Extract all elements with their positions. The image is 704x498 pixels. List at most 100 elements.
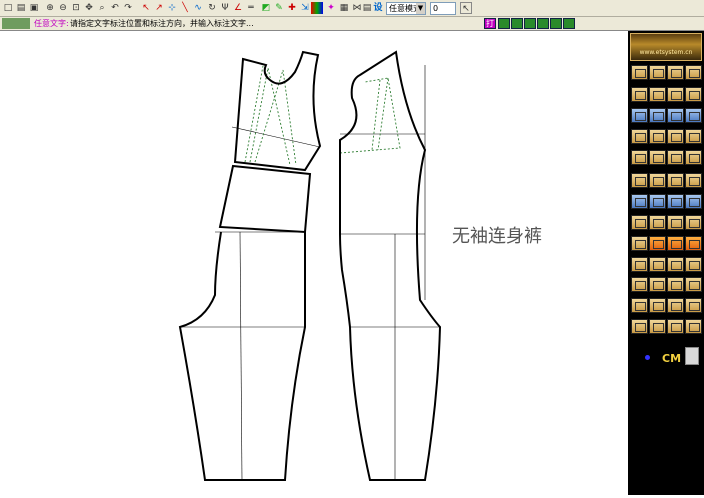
tool-button-icon[interactable] [649, 298, 666, 313]
tool-button-icon[interactable] [649, 277, 666, 292]
tool-button-icon[interactable] [631, 319, 648, 334]
angle-icon[interactable]: ∠ [232, 2, 244, 14]
layer-5-icon[interactable] [550, 18, 562, 29]
tool-button-icon[interactable] [631, 87, 648, 102]
tool-button-icon[interactable] [685, 215, 702, 230]
mode-select[interactable]: 任意模式 ▼ [386, 2, 426, 15]
tool-button-icon[interactable] [667, 65, 684, 80]
tool-button-icon[interactable] [649, 150, 666, 165]
calculator-icon[interactable] [685, 347, 699, 365]
tool-button-icon[interactable] [631, 277, 648, 292]
tool-button-icon[interactable] [667, 257, 684, 272]
chevron-down-icon[interactable]: ▼ [416, 3, 425, 14]
open-file-icon[interactable]: ▤ [15, 2, 27, 14]
tool-button-icon[interactable] [685, 108, 702, 123]
tool-glyph-icon [635, 261, 646, 270]
tool-button-icon[interactable] [685, 319, 702, 334]
tool-button-icon[interactable] [649, 129, 666, 144]
tool-button-icon[interactable] [631, 215, 648, 230]
tool-button-icon[interactable] [685, 87, 702, 102]
ruler-icon[interactable]: ◩ [260, 2, 272, 14]
tool-button-icon[interactable] [667, 150, 684, 165]
settings-icon[interactable]: 设 [372, 2, 384, 14]
tool-button-icon[interactable] [631, 108, 648, 123]
zoom-window-icon[interactable]: ⌕ [96, 2, 108, 14]
tool-button-icon[interactable] [685, 236, 702, 251]
mark-icon[interactable]: ✚ [286, 2, 298, 14]
tool-button-icon[interactable] [649, 236, 666, 251]
zoom-in-icon[interactable]: ⊕ [44, 2, 56, 14]
pan-icon[interactable]: ✥ [83, 2, 95, 14]
tool-button-icon[interactable] [631, 150, 648, 165]
tool-button-icon[interactable] [649, 215, 666, 230]
tool-button-icon[interactable] [631, 194, 648, 209]
tool-button-icon[interactable] [649, 108, 666, 123]
rotate-icon[interactable]: ↻ [206, 2, 218, 14]
layer-2-icon[interactable] [511, 18, 523, 29]
tool-button-icon[interactable] [667, 298, 684, 313]
tool-button-icon[interactable] [685, 277, 702, 292]
redo-icon[interactable]: ↷ [122, 2, 134, 14]
undo-icon[interactable]: ↶ [109, 2, 121, 14]
tool-button-icon[interactable] [649, 87, 666, 102]
unit-label[interactable]: CM [662, 352, 681, 365]
tool-button-icon[interactable] [631, 129, 648, 144]
pen-icon[interactable]: ✎ [273, 2, 285, 14]
point-icon[interactable]: ⊹ [166, 2, 178, 14]
save-icon[interactable]: ▣ [28, 2, 40, 14]
tool-button-icon[interactable] [631, 65, 648, 80]
tool-button-icon[interactable] [685, 150, 702, 165]
tool-button-icon[interactable] [667, 277, 684, 292]
tool-button-icon[interactable] [631, 173, 648, 188]
parallel-icon[interactable]: ═ [245, 2, 257, 14]
layer-1-icon[interactable] [498, 18, 510, 29]
tool-glyph-icon [671, 154, 682, 163]
tool-button-icon[interactable] [649, 194, 666, 209]
tool-button-icon[interactable] [649, 173, 666, 188]
curve-icon[interactable]: ∿ [192, 2, 204, 14]
tool-button-icon[interactable] [667, 215, 684, 230]
tool-button-icon[interactable] [649, 65, 666, 80]
tool-button-icon[interactable] [685, 194, 702, 209]
grid-icon[interactable]: ▦ [338, 2, 350, 14]
cursor-icon[interactable]: ↖ [460, 2, 472, 14]
select-icon[interactable]: ↖ [140, 2, 152, 14]
tool-button-icon[interactable] [667, 129, 684, 144]
tool-button-icon[interactable] [631, 236, 648, 251]
tool-button-icon[interactable] [631, 257, 648, 272]
print-icon[interactable]: 打 [484, 18, 496, 29]
dot-icon[interactable] [645, 355, 650, 360]
tool-button-icon[interactable] [631, 298, 648, 313]
tool-button-icon[interactable] [685, 298, 702, 313]
measure-icon[interactable]: Ψ [219, 2, 231, 14]
tool-button-icon[interactable] [667, 87, 684, 102]
zoom-fit-icon[interactable]: ⊡ [70, 2, 82, 14]
layer-6-icon[interactable] [563, 18, 575, 29]
tool-button-icon[interactable] [667, 319, 684, 334]
color-icon[interactable] [311, 2, 323, 14]
tool-button-icon[interactable] [667, 108, 684, 123]
tool-button-icon[interactable] [685, 129, 702, 144]
move-icon[interactable]: ↗ [153, 2, 165, 14]
tool-button-icon[interactable] [667, 236, 684, 251]
value-input[interactable]: 0 [430, 2, 456, 15]
tool-glyph-icon [635, 91, 646, 100]
layer-3-icon[interactable] [524, 18, 536, 29]
layer-4-icon[interactable] [537, 18, 549, 29]
tool-button-icon[interactable] [649, 257, 666, 272]
drawing-canvas[interactable]: 无袖连身裤 [0, 31, 628, 495]
tool-button-icon[interactable] [667, 194, 684, 209]
tool-button-icon[interactable] [667, 173, 684, 188]
tool-button-icon[interactable] [685, 257, 702, 272]
star-icon[interactable]: ✦ [325, 2, 337, 14]
tool-button-icon[interactable] [649, 319, 666, 334]
tool-glyph-icon [689, 177, 700, 186]
tool-button-icon[interactable] [685, 65, 702, 80]
tool-glyph-icon [689, 133, 700, 142]
tool-glyph-icon [653, 133, 664, 142]
scale-icon[interactable]: ⇲ [299, 2, 311, 14]
line-icon[interactable]: ╲ [179, 2, 191, 14]
zoom-out-icon[interactable]: ⊖ [57, 2, 69, 14]
tool-button-icon[interactable] [685, 173, 702, 188]
new-file-icon[interactable]: □ [2, 2, 14, 14]
